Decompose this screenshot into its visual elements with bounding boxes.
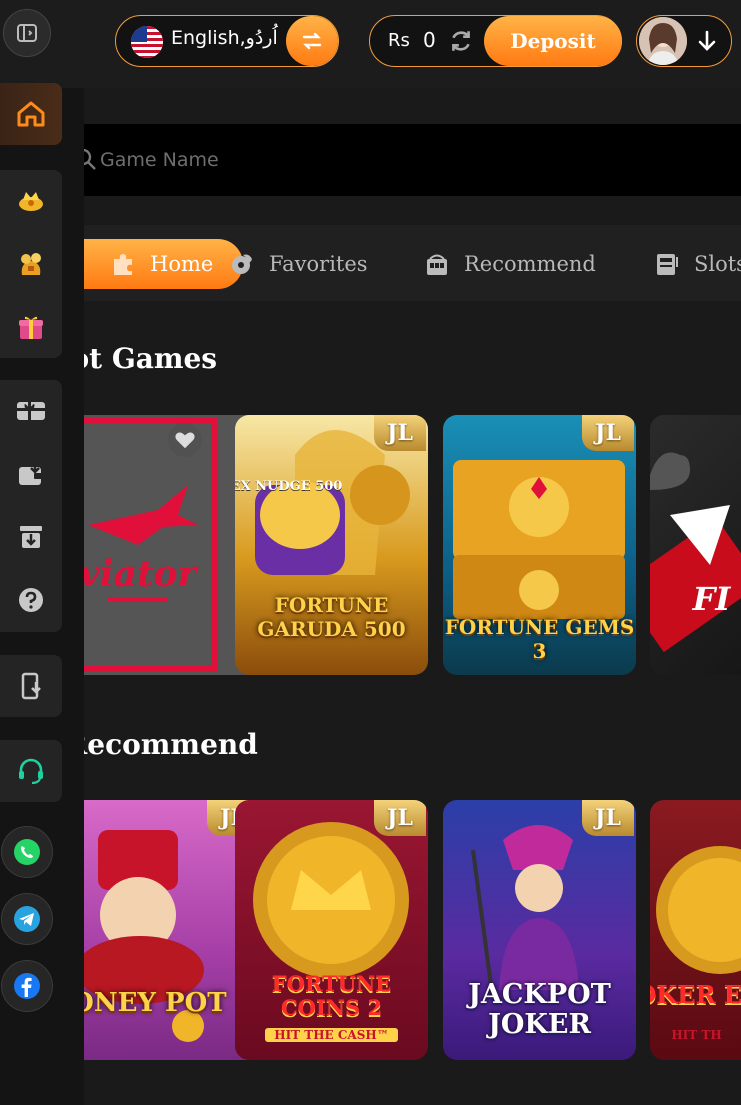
help-icon <box>19 588 43 612</box>
sidebar-support-group <box>0 740 62 802</box>
wallet-download-icon <box>19 461 43 485</box>
balance-value: 0 <box>423 28 436 52</box>
slot-machine-icon <box>424 251 450 277</box>
gift-box-icon <box>19 316 43 339</box>
game-card-partial[interactable]: FI <box>650 415 741 675</box>
facebook-icon <box>14 973 40 999</box>
sidebar-item-download-app[interactable] <box>0 655 62 717</box>
sidebar-item-home[interactable] <box>0 83 62 145</box>
sidebar <box>0 83 84 1105</box>
favorite-button[interactable] <box>168 423 202 457</box>
us-flag-icon <box>131 26 163 58</box>
currency-label: Rs <box>388 30 410 51</box>
account-menu[interactable] <box>636 15 732 67</box>
language-selector[interactable]: English,اُردُو <box>115 15 339 67</box>
search-bar <box>84 124 741 196</box>
swap-arrows-icon <box>302 32 322 50</box>
tab-favorites-label: Favorites <box>269 252 368 276</box>
main-content: Home Favorites Recommend Slots Hot Games <box>84 88 741 1105</box>
sidebar-item-treasure[interactable] <box>0 233 62 295</box>
telegram-button[interactable] <box>1 893 53 945</box>
language-label: English,اُردُو <box>171 27 278 49</box>
sidebar-item-vip[interactable] <box>0 170 62 232</box>
sidebar-item-rewards[interactable] <box>0 380 62 442</box>
jl-badge: JL <box>374 415 426 451</box>
recommend-title: Recommend <box>84 728 258 761</box>
game-card-title: MONEY POT <box>84 988 227 1018</box>
sidebar-item-help[interactable] <box>0 569 62 631</box>
game-card-title: FI <box>692 580 731 618</box>
sidebar-toggle-icon <box>17 24 37 42</box>
jl-badge: JL <box>582 415 634 451</box>
fortune-coins-artwork <box>253 822 409 978</box>
puzzle-icon <box>110 251 136 277</box>
search-input[interactable] <box>100 147 600 173</box>
game-card-subtitle: HIT THE CASH™ <box>265 1028 398 1042</box>
heart-icon <box>175 432 195 449</box>
home-icon <box>17 101 45 127</box>
game-card-joker-expanded[interactable]: JOKER Expa HIT TH <box>650 800 741 1060</box>
joker-expanded-artwork <box>656 846 741 974</box>
game-card-jackpot-joker[interactable]: JL JACKPOT JOKER <box>443 800 636 1060</box>
arrow-down-icon <box>698 30 716 51</box>
game-card-title: Aviator <box>84 553 197 595</box>
game-card-subtitle: HIT TH <box>671 1028 722 1042</box>
tab-favorites[interactable]: Favorites <box>229 239 368 289</box>
game-card-top-label: EX NUDGE 500 <box>235 479 343 494</box>
treasure-bag-icon <box>21 253 41 275</box>
balance-pill: Rs 0 Deposit <box>369 15 622 67</box>
whatsapp-button[interactable] <box>1 826 53 878</box>
game-card-title: FORTUNE COINS 2 <box>271 971 392 1020</box>
language-swap-button[interactable] <box>286 16 338 66</box>
sidebar-item-support[interactable] <box>0 740 62 802</box>
game-card-fortune-garuda[interactable]: JL EX NUDGE 500 FORTUNE GARUDA 500 <box>235 415 428 675</box>
hot-games-title: Hot Games <box>84 342 218 375</box>
tab-slots-label: Slots <box>694 252 741 276</box>
tab-recommend-label: Recommend <box>464 252 596 276</box>
game-card-fortune-gems-3[interactable]: JL FORTUNE GEMS 3 <box>443 415 636 675</box>
slots-icon <box>654 251 680 277</box>
phone-download-icon <box>21 672 41 700</box>
deposit-button[interactable]: Deposit <box>484 16 622 66</box>
sidebar-toggle-button[interactable] <box>3 9 51 57</box>
tab-slots[interactable]: Slots <box>654 239 741 289</box>
favorites-icon <box>229 251 255 277</box>
sidebar-tools-group <box>0 380 62 632</box>
sidebar-item-wallet[interactable] <box>0 443 62 505</box>
partial-game-artwork <box>650 452 741 653</box>
headset-icon <box>19 758 43 785</box>
avatar[interactable] <box>639 17 687 65</box>
archive-download-icon <box>20 526 42 548</box>
game-card-title: JOKER Expa <box>650 980 741 1009</box>
sidebar-item-gift[interactable] <box>0 296 62 358</box>
tab-home[interactable]: Home <box>84 239 244 289</box>
game-card-fortune-coins-2[interactable]: JL FORTUNE COINS 2 HIT THE CASH™ <box>235 800 428 1060</box>
tab-home-label: Home <box>150 252 214 276</box>
app-page: English,اُردُو Rs 0 Deposit Game Name Ho… <box>0 0 741 1105</box>
sidebar-app-group <box>0 655 62 717</box>
tab-recommend[interactable]: Recommend <box>424 239 596 289</box>
game-card-title: FORTUNE GARUDA 500 <box>257 593 406 641</box>
sidebar-promo-group <box>0 170 62 358</box>
whatsapp-icon <box>14 839 40 865</box>
search-icon[interactable] <box>84 148 98 172</box>
gift-card-icon <box>17 402 45 420</box>
game-card-title: JACKPOT JOKER <box>468 979 611 1040</box>
category-tabs: Home Favorites Recommend Slots <box>84 225 741 301</box>
jl-badge: JL <box>582 800 634 836</box>
facebook-button[interactable] <box>1 960 53 1012</box>
sidebar-item-withdraw[interactable] <box>0 506 62 568</box>
refresh-icon[interactable] <box>448 28 474 54</box>
game-card-title: FORTUNE GEMS 3 <box>444 615 635 663</box>
top-bar: English,اُردُو Rs 0 Deposit <box>0 0 741 88</box>
telegram-icon <box>14 906 40 932</box>
crown-chest-icon <box>19 192 43 211</box>
jl-badge: JL <box>374 800 426 836</box>
